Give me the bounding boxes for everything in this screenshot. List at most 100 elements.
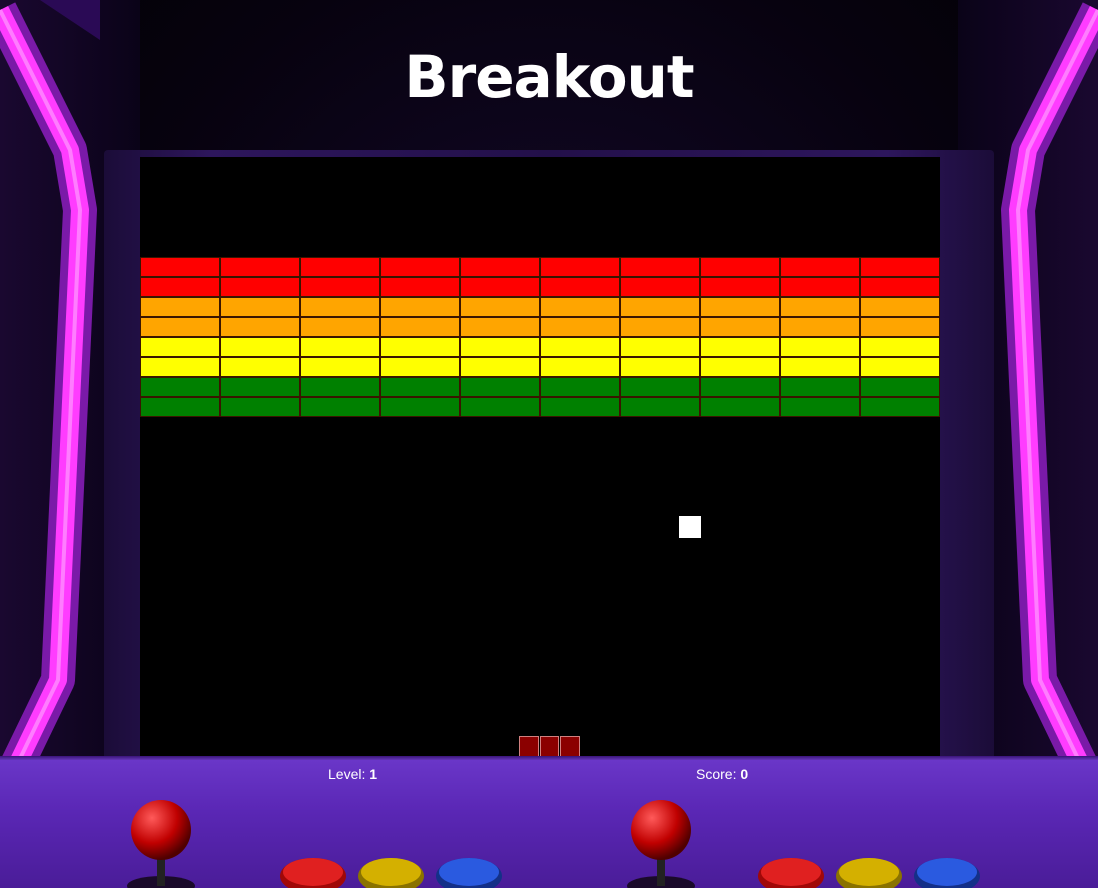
brick (140, 377, 220, 397)
paddle[interactable] (519, 736, 581, 757)
brick (700, 357, 780, 377)
brick (620, 397, 700, 417)
brick (700, 257, 780, 277)
brick (140, 337, 220, 357)
brick (700, 277, 780, 297)
paddle-segment (519, 736, 539, 757)
level-label: Level: (328, 766, 366, 782)
brick (140, 397, 220, 417)
brick-wall (140, 257, 940, 417)
joystick-right[interactable] (626, 800, 696, 888)
arcade-button-yellow-left[interactable] (356, 856, 426, 888)
brick (460, 357, 540, 377)
brick (460, 337, 540, 357)
brick (460, 257, 540, 277)
brick (300, 337, 380, 357)
brick (220, 257, 300, 277)
brick (140, 277, 220, 297)
brick (540, 357, 620, 377)
brick (780, 297, 860, 317)
game-canvas[interactable] (140, 157, 940, 757)
brick (300, 397, 380, 417)
brick (300, 317, 380, 337)
brick (460, 317, 540, 337)
brick (460, 277, 540, 297)
brick (380, 377, 460, 397)
brick (300, 297, 380, 317)
brick (380, 337, 460, 357)
brick (540, 337, 620, 357)
brick (220, 357, 300, 377)
brick (860, 337, 940, 357)
brick (780, 277, 860, 297)
brick (780, 337, 860, 357)
brick (620, 297, 700, 317)
brick (700, 377, 780, 397)
brick (380, 277, 460, 297)
score-label: Score: (696, 766, 737, 782)
brick (300, 357, 380, 377)
brick (220, 337, 300, 357)
brick (620, 277, 700, 297)
game-title: Breakout (404, 43, 694, 111)
score-value: 0 (740, 766, 749, 782)
score-display: Score: 0 (696, 766, 748, 782)
ball (679, 516, 701, 538)
joystick-left[interactable] (126, 800, 196, 888)
brick (780, 357, 860, 377)
brick (540, 277, 620, 297)
brick (780, 257, 860, 277)
arcade-cabinet: Breakout Level: 1 Score: 0 (0, 0, 1098, 888)
brick (700, 297, 780, 317)
brick (380, 257, 460, 277)
arcade-button-red-right[interactable] (756, 856, 826, 888)
brick (140, 257, 220, 277)
brick (860, 257, 940, 277)
brick (380, 317, 460, 337)
brick (780, 377, 860, 397)
brick (620, 377, 700, 397)
brick (540, 257, 620, 277)
brick (300, 277, 380, 297)
arcade-button-blue-right[interactable] (912, 856, 982, 888)
brick (380, 397, 460, 417)
level-display: Level: 1 (328, 766, 377, 782)
brick (780, 397, 860, 417)
paddle-segment (539, 736, 560, 757)
brick (860, 277, 940, 297)
brick (300, 377, 380, 397)
brick (780, 317, 860, 337)
paddle-segment (560, 736, 581, 757)
level-value: 1 (369, 766, 378, 782)
brick (140, 297, 220, 317)
arcade-button-red-left[interactable] (278, 856, 348, 888)
brick (860, 317, 940, 337)
brick (620, 257, 700, 277)
brick (700, 317, 780, 337)
brick (700, 337, 780, 357)
brick (220, 397, 300, 417)
brick (620, 337, 700, 357)
brick (220, 277, 300, 297)
brick (460, 297, 540, 317)
brick (540, 377, 620, 397)
brick (220, 297, 300, 317)
brick (860, 377, 940, 397)
brick (460, 377, 540, 397)
brick (860, 397, 940, 417)
brick (540, 317, 620, 337)
brick (540, 297, 620, 317)
arcade-button-blue-left[interactable] (434, 856, 504, 888)
brick (140, 357, 220, 377)
brick (140, 317, 220, 337)
brick (460, 397, 540, 417)
brick (860, 297, 940, 317)
brick (380, 357, 460, 377)
brick (540, 397, 620, 417)
arcade-button-yellow-right[interactable] (834, 856, 904, 888)
brick (700, 397, 780, 417)
brick (220, 317, 300, 337)
brick (220, 377, 300, 397)
brick (380, 297, 460, 317)
brick (300, 257, 380, 277)
